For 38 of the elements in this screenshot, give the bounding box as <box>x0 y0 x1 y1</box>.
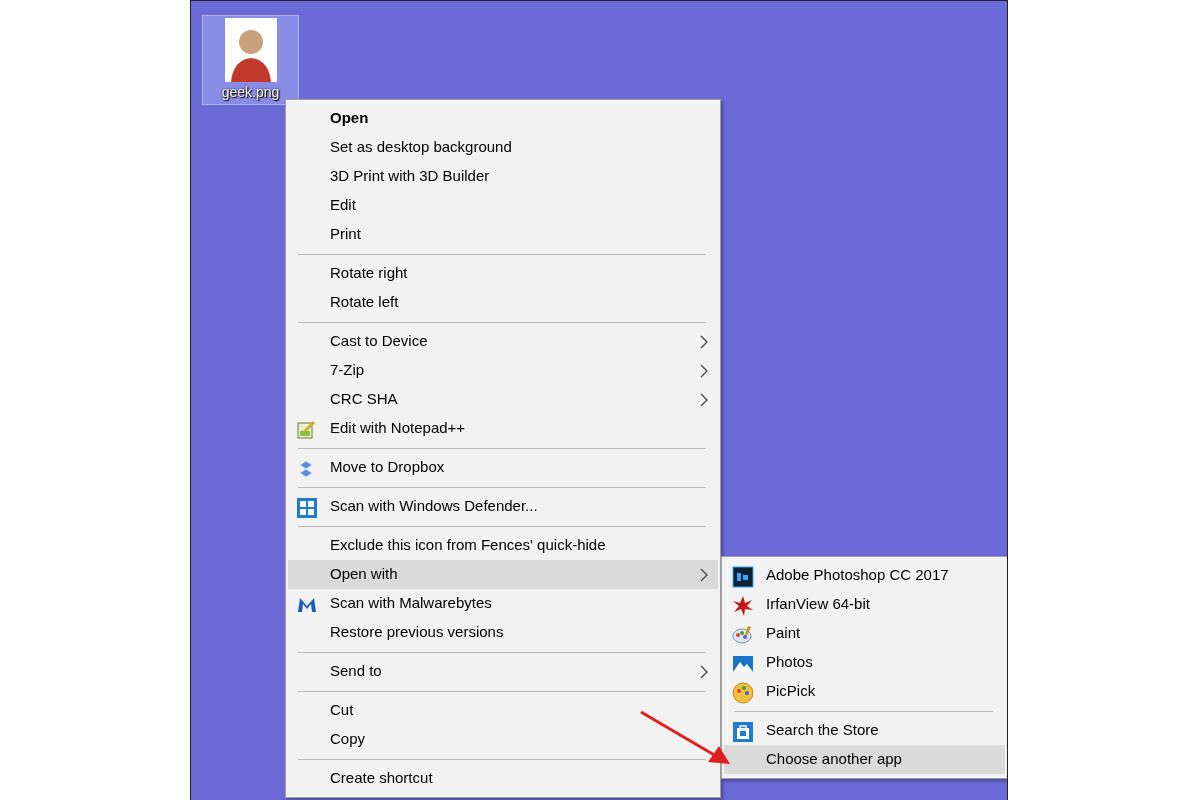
palette-icon <box>732 624 754 646</box>
menu-item[interactable]: PicPick <box>724 677 1005 706</box>
mountain-picture-icon <box>732 653 754 675</box>
menu-item[interactable]: CRC SHA <box>288 385 718 414</box>
menu-item[interactable]: Set as desktop background <box>288 133 718 162</box>
menu-item[interactable]: Copy <box>288 725 718 754</box>
menu-item[interactable]: Adobe Photoshop CC 2017 <box>724 561 1005 590</box>
menu-item[interactable]: 3D Print with 3D Builder <box>288 162 718 191</box>
shopping-bag-icon <box>732 721 754 743</box>
menu-item[interactable]: Choose another app <box>724 745 1005 774</box>
menu-item[interactable]: Scan with Malwarebytes <box>288 589 718 618</box>
shield-icon <box>296 497 318 519</box>
menu-item[interactable]: Create shortcut <box>288 764 718 793</box>
splat-icon <box>732 595 754 617</box>
menu-item[interactable]: 7-Zip <box>288 356 718 385</box>
menu-item[interactable]: IrfanView 64-bit <box>724 590 1005 619</box>
person-silhouette-icon <box>224 18 277 82</box>
menu-item[interactable]: Print <box>288 220 718 249</box>
menu-item[interactable]: Rotate left <box>288 288 718 317</box>
menu-item[interactable]: Move to Dropbox <box>288 453 718 482</box>
menu-item[interactable]: Paint <box>724 619 1005 648</box>
menu-item[interactable]: Send to <box>288 657 718 686</box>
menu-item[interactable]: Open with <box>288 560 718 589</box>
square-logo-icon <box>732 566 754 588</box>
menu-item[interactable]: Exclude this icon from Fences' quick-hide <box>288 531 718 560</box>
notepad-icon <box>296 419 318 441</box>
menu-item[interactable]: Cut <box>288 696 718 725</box>
palette-circle-icon <box>732 682 754 704</box>
menu-item[interactable]: Scan with Windows Defender... <box>288 492 718 521</box>
menu-item[interactable]: Rotate right <box>288 259 718 288</box>
file-name: geek.png <box>221 84 280 100</box>
menu-item[interactable]: Open <box>288 104 718 133</box>
menu-item[interactable]: Edit <box>288 191 718 220</box>
menu-item[interactable]: Photos <box>724 648 1005 677</box>
menu-item[interactable]: Restore previous versions <box>288 618 718 647</box>
menu-item[interactable]: Edit with Notepad++ <box>288 414 718 443</box>
menu-item[interactable]: Search the Store <box>724 716 1005 745</box>
menu-item[interactable]: Cast to Device <box>288 327 718 356</box>
